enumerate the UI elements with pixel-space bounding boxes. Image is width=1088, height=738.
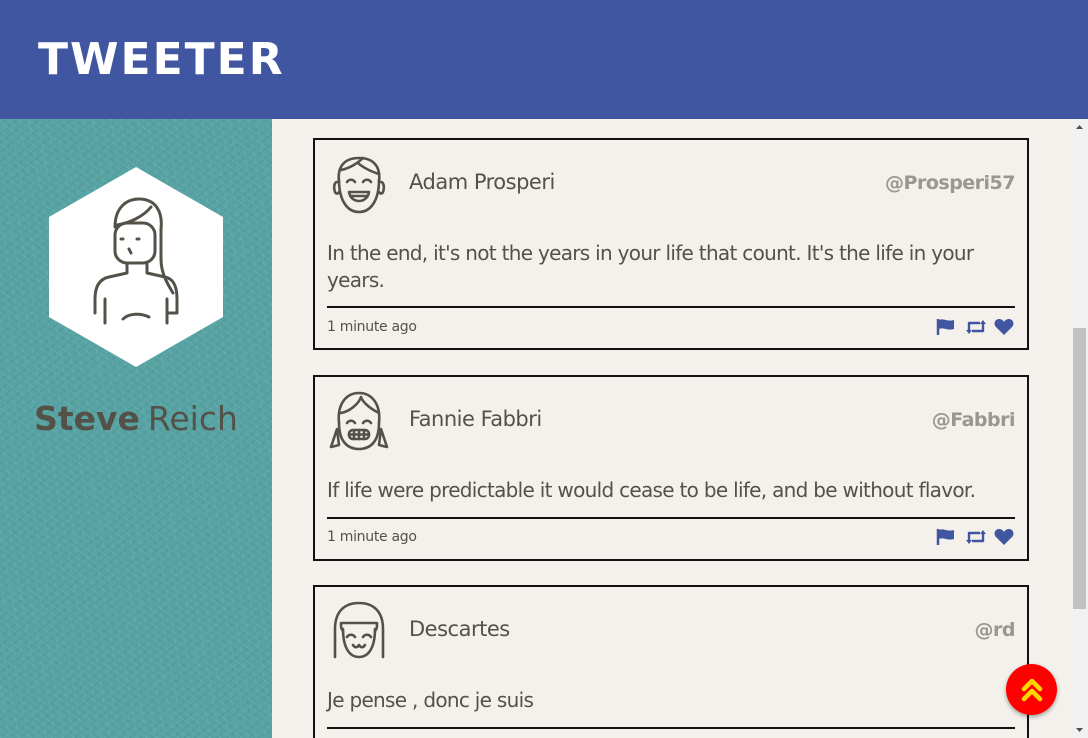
- scroll-down-arrow-icon[interactable]: [1071, 721, 1088, 738]
- tweet-divider: [327, 727, 1015, 729]
- user-last-name: Reich: [147, 399, 238, 438]
- tweet-divider: [327, 517, 1015, 519]
- profile-sidebar: Steve Reich: [0, 119, 272, 738]
- top-nav: TWEETER: [0, 0, 1088, 119]
- tweet-text: If life were predictable it would cease …: [327, 478, 976, 502]
- tweet-author: Adam Prosperi: [409, 170, 555, 194]
- tweet-card: Adam Prosperi @Prosperi57 In the end, it…: [313, 138, 1029, 350]
- tweet-text: Je pense , donc je suis: [327, 688, 534, 712]
- tweet-card: Fannie Fabbri @Fabbri If life were predi…: [313, 375, 1029, 561]
- tweet-text: In the end, it's not the years in your l…: [327, 241, 974, 292]
- tweet-author: Fannie Fabbri: [409, 407, 542, 431]
- tweet-card: Descartes @rd Je pense , donc je suis: [313, 585, 1029, 738]
- scrollbar-thumb[interactable]: [1073, 328, 1086, 609]
- feed-scrollbar[interactable]: [1071, 119, 1088, 738]
- double-chevron-up-icon: [1021, 678, 1043, 702]
- tweet-author: Descartes: [409, 617, 510, 641]
- tweet-actions: [936, 318, 1015, 336]
- tweet-actions: [936, 528, 1015, 546]
- tweet-feed: Adam Prosperi @Prosperi57 In the end, it…: [272, 119, 1071, 738]
- tweet-handle[interactable]: @Prosperi57: [885, 172, 1015, 194]
- heart-icon[interactable]: [994, 318, 1015, 336]
- tweet-timestamp: 1 minute ago: [327, 529, 417, 545]
- user-full-name: Steve Reich: [0, 401, 272, 437]
- scroll-to-top-button[interactable]: [1006, 664, 1057, 715]
- grinning-girl-icon: [329, 391, 389, 451]
- smiling-boy-icon: [332, 156, 386, 214]
- flag-icon[interactable]: [936, 318, 957, 336]
- tweet-timestamp: 1 minute ago: [327, 319, 417, 335]
- retweet-icon[interactable]: [965, 318, 986, 336]
- retweet-icon[interactable]: [965, 528, 986, 546]
- user-first-name: Steve: [34, 399, 140, 438]
- tweet-handle[interactable]: @Fabbri: [932, 409, 1016, 431]
- tweet-handle[interactable]: @rd: [975, 619, 1016, 641]
- flag-icon[interactable]: [936, 528, 957, 546]
- tweet-divider: [327, 306, 1015, 308]
- user-avatar-icon: [49, 167, 223, 367]
- happy-girl-icon: [333, 601, 385, 659]
- brand-logo[interactable]: TWEETER: [38, 34, 285, 86]
- scroll-up-arrow-icon[interactable]: [1071, 119, 1088, 136]
- heart-icon[interactable]: [994, 528, 1015, 546]
